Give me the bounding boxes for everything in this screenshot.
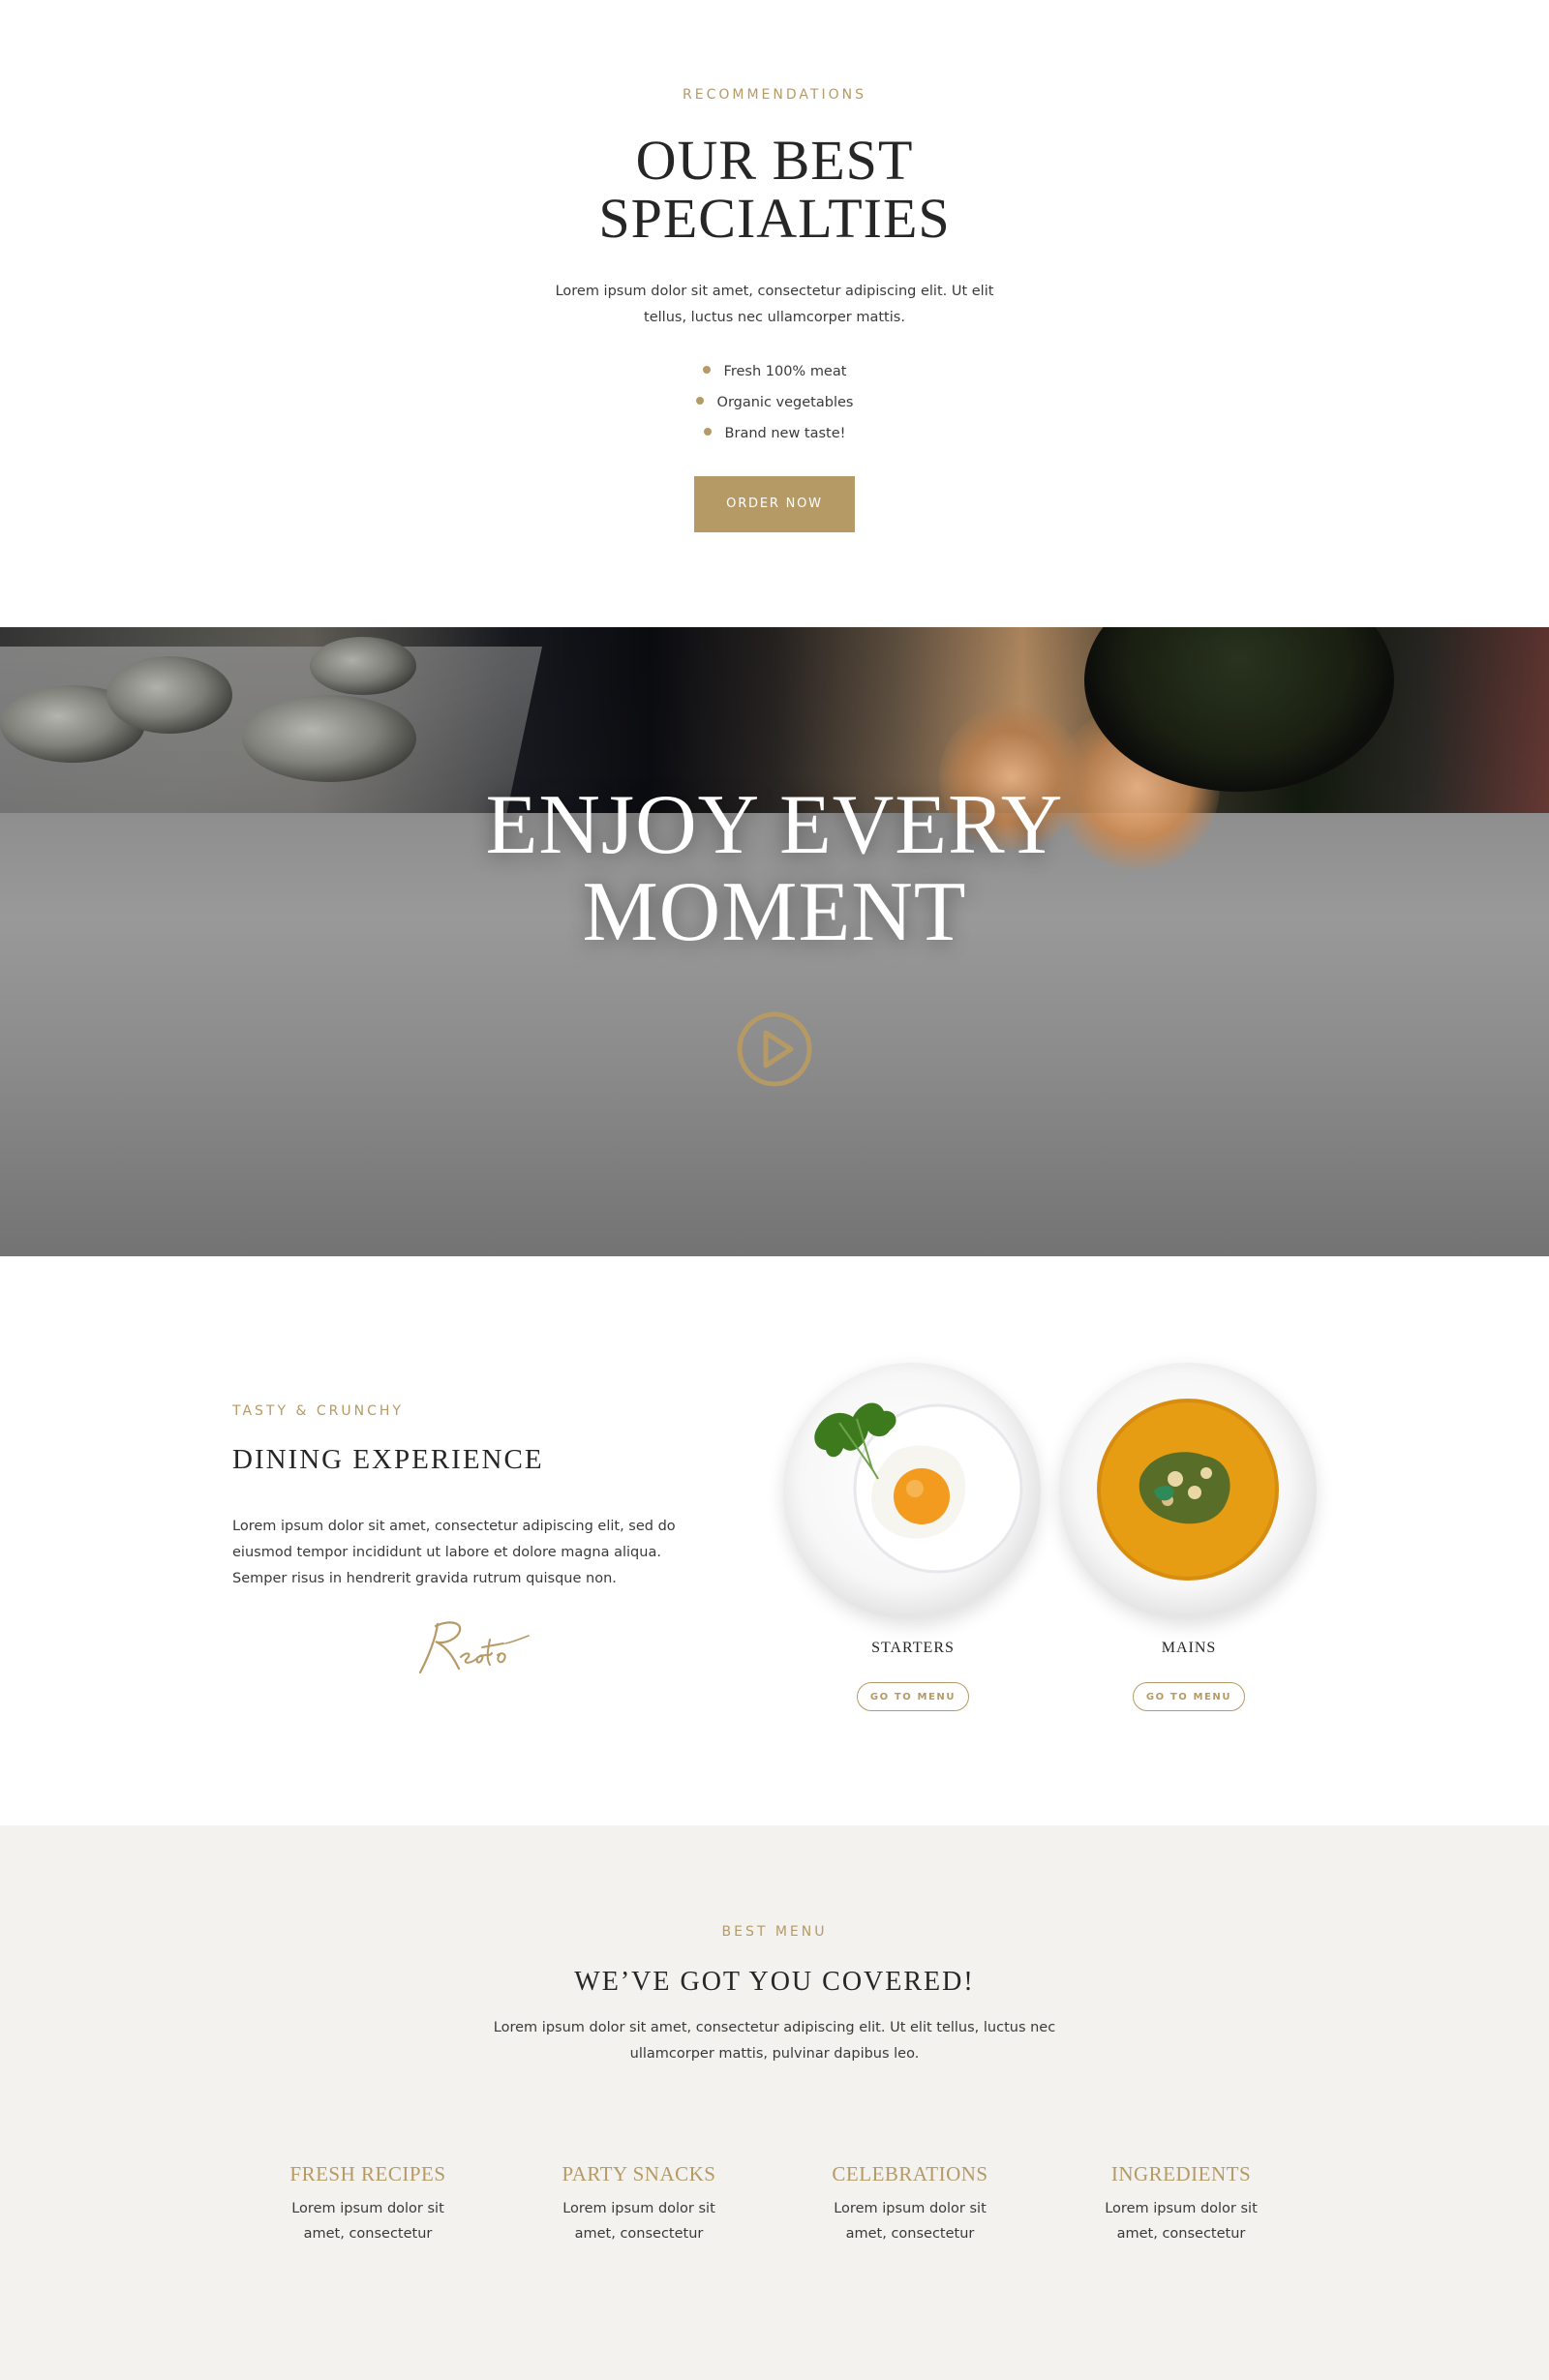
fried-egg-plate-image [783, 1363, 1041, 1620]
list-item-label: Organic vegetables [716, 395, 854, 410]
bullet-dot-icon [703, 428, 712, 437]
dining-description: Lorem ipsum dolor sit amet, consectetur … [232, 1519, 676, 1586]
hero-video-section: ENJOY EVERY MOMENT [0, 627, 1549, 1256]
hero-heading-line1: ENJOY EVERY [485, 778, 1064, 872]
hero-heading-line2: MOMENT [582, 865, 967, 959]
feature-text: Lorem ipsum dolor sit amet, consectetur [291, 2201, 444, 2242]
feature-text: Lorem ipsum dolor sit amet, consectetur [1105, 2201, 1258, 2242]
feature-ingredients: INGREDIENTS Lorem ipsum dolor sit amet, … [1075, 2162, 1288, 2246]
dining-heading: DINING EXPERIENCE [232, 1444, 544, 1475]
specialties-heading-line2: SPECIALTIES [598, 187, 951, 250]
resto-signature-logo [418, 1621, 530, 1674]
bullet-dot-icon [702, 366, 711, 375]
list-item-label: Brand new taste! [724, 426, 846, 441]
dining-experience-section: TASTY & CRUNCHY DINING EXPERIENCE Lorem … [0, 1256, 1549, 1825]
feature-party-snacks: PARTY SNACKS Lorem ipsum dolor sit amet,… [532, 2162, 745, 2246]
specialties-heading: OUR BEST SPECIALTIES [0, 132, 1549, 248]
list-item-label: Fresh 100% meat [723, 364, 847, 379]
best-menu-description: Lorem ipsum dolor sit amet, consectetur … [493, 2020, 1056, 2062]
play-circle-icon[interactable] [736, 1010, 813, 1088]
go-to-menu-mains-button[interactable]: GO TO MENU [1133, 1682, 1245, 1711]
hero-heading: ENJOY EVERY MOMENT [0, 782, 1549, 956]
feature-text: Lorem ipsum dolor sit amet, consectetur [562, 2201, 715, 2242]
dish-label-starters: STARTERS [871, 1640, 955, 1656]
feature-title: CELEBRATIONS [832, 2162, 988, 2185]
specialties-heading-line1: OUR BEST [635, 129, 914, 192]
feature-text: Lorem ipsum dolor sit amet, consectetur [834, 2201, 987, 2242]
feature-title: PARTY SNACKS [562, 2162, 716, 2185]
best-menu-section: BEST MENU WE’VE GOT YOU COVERED! Lorem i… [0, 1825, 1549, 2380]
feature-title: FRESH RECIPES [289, 2162, 446, 2185]
dining-eyebrow: TASTY & CRUNCHY [232, 1403, 404, 1419]
soup-bowl-image [1059, 1363, 1317, 1620]
recommendations-section: RECOMMENDATIONS OUR BEST SPECIALTIES Lor… [0, 0, 1549, 627]
specialties-description: Lorem ipsum dolor sit amet, consectetur … [555, 284, 994, 325]
best-menu-eyebrow: BEST MENU [721, 1924, 828, 1940]
feature-celebrations: CELEBRATIONS Lorem ipsum dolor sit amet,… [804, 2162, 1017, 2246]
list-item: Brand new taste! [0, 418, 1549, 449]
best-menu-heading: WE’VE GOT YOU COVERED! [574, 1967, 975, 1997]
recommendations-eyebrow: RECOMMENDATIONS [683, 87, 866, 103]
specialties-list: Fresh 100% meat Organic vegetables Brand… [0, 356, 1549, 449]
feature-title: INGREDIENTS [1110, 2162, 1252, 2185]
feature-fresh-recipes: FRESH RECIPES Lorem ipsum dolor sit amet… [261, 2162, 474, 2246]
list-item: Fresh 100% meat [0, 356, 1549, 387]
go-to-menu-starters-button[interactable]: GO TO MENU [857, 1682, 969, 1711]
dish-label-mains: MAINS [1161, 1640, 1217, 1656]
order-now-button[interactable]: ORDER NOW [694, 476, 855, 532]
list-item: Organic vegetables [0, 387, 1549, 418]
bullet-dot-icon [695, 397, 704, 406]
